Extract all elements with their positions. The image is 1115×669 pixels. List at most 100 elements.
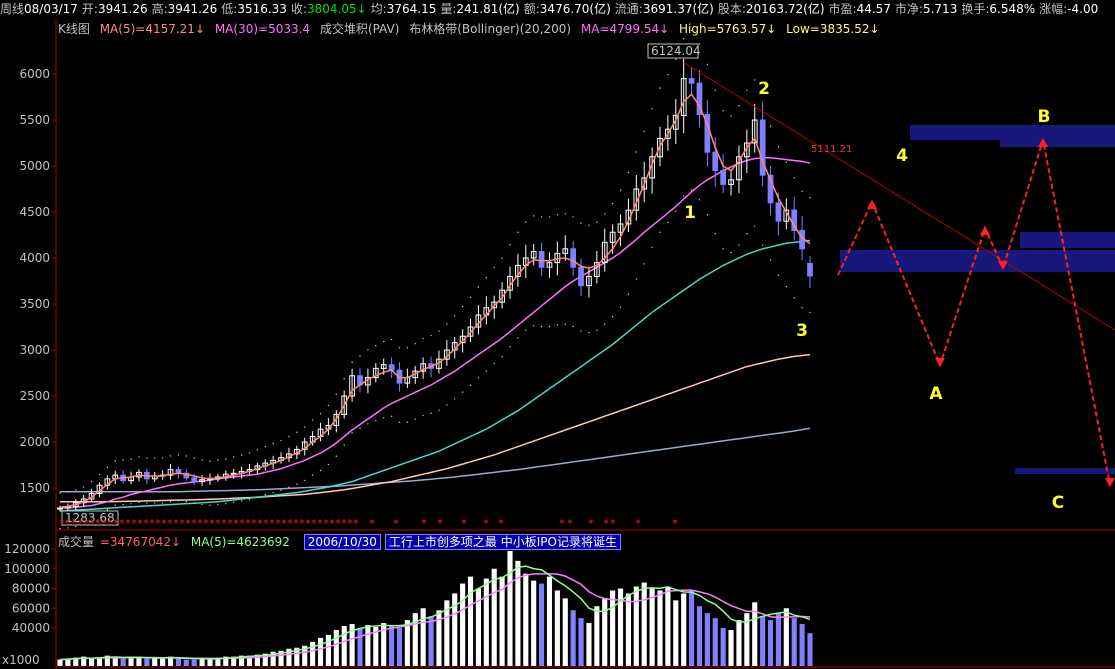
y-tick-label: 2000 xyxy=(19,435,50,449)
candle-body xyxy=(712,151,719,172)
bollinger-lower-dot xyxy=(138,501,140,503)
bollinger-upper-dot xyxy=(351,361,353,363)
volume-bar xyxy=(310,641,316,666)
signal-star: * xyxy=(369,517,375,530)
bollinger-lower-dot xyxy=(801,306,803,309)
bollinger-upper-dot xyxy=(564,213,566,215)
volume-bar xyxy=(365,625,371,666)
quote-label: 市净: xyxy=(894,2,923,16)
bollinger-upper-dot xyxy=(580,222,582,224)
wave-label-1: 1 xyxy=(684,203,696,223)
bollinger-lower-dot xyxy=(556,324,559,326)
bollinger-lower-dot xyxy=(469,384,472,387)
bollinger-lower-dot xyxy=(572,325,574,328)
bollinger-lower-dot xyxy=(793,297,795,299)
bollinger-lower-dot xyxy=(264,494,266,496)
bollinger-lower-dot xyxy=(351,432,353,434)
bollinger-upper-dot xyxy=(785,161,788,164)
quote-value: 3476.70(亿) xyxy=(539,2,611,16)
quote-item: 开:3941.26 xyxy=(82,2,148,16)
bollinger-lower-dot xyxy=(706,214,709,216)
pav-band xyxy=(840,250,1115,272)
quote-label: 收: xyxy=(290,2,307,16)
candle-body xyxy=(191,477,198,483)
bollinger-upper-dot xyxy=(193,457,195,459)
bollinger-lower-dot xyxy=(296,483,298,485)
resistance-trendline xyxy=(683,62,1115,331)
bollinger-upper-dot xyxy=(280,439,282,442)
bollinger-upper-dot xyxy=(722,110,724,112)
bollinger-lower-dot xyxy=(414,418,416,420)
bollinger-upper-dot xyxy=(619,189,622,191)
bollinger-upper-dot xyxy=(611,202,614,205)
bollinger-upper-dot xyxy=(161,457,164,459)
volume-bar xyxy=(531,580,537,666)
candle-body xyxy=(570,248,577,268)
volume-bar xyxy=(539,583,545,666)
bollinger-upper-dot xyxy=(138,456,140,458)
volume-bar xyxy=(578,618,584,666)
quote-item: 低:3516.33 xyxy=(221,2,287,16)
bollinger-lower-dot xyxy=(382,417,385,419)
bollinger-upper-dot xyxy=(430,334,432,337)
bollinger-upper-dot xyxy=(240,454,243,456)
bollinger-lower-dot xyxy=(667,221,669,224)
volume-bar xyxy=(325,634,331,666)
y-tick-label: 4500 xyxy=(19,205,50,219)
bollinger-upper-dot xyxy=(82,486,85,488)
bollinger-upper-dot xyxy=(746,89,748,91)
bollinger-upper-dot xyxy=(635,151,638,153)
volume-tick-label: 120000 xyxy=(4,542,50,556)
y-tick-label: 3500 xyxy=(19,297,50,311)
bollinger-lower-dot xyxy=(280,489,282,491)
volume-bar xyxy=(428,616,434,666)
candle-body xyxy=(538,251,545,268)
bollinger-upper-dot xyxy=(256,449,259,451)
quote-value: 3764.15 xyxy=(386,2,437,16)
forecast-path xyxy=(837,139,1111,486)
bollinger-upper-dot xyxy=(588,224,590,226)
bollinger-upper-dot xyxy=(75,489,77,491)
bollinger-lower-dot xyxy=(201,503,203,506)
bollinger-upper-dot xyxy=(556,214,559,216)
bollinger-lower-dot xyxy=(485,370,488,372)
quote-label: 涨幅: xyxy=(1039,2,1068,16)
bollinger-lower-dot xyxy=(343,444,345,446)
volume-bar xyxy=(460,583,466,666)
candle-body xyxy=(720,170,727,185)
candle-body xyxy=(688,78,695,84)
bollinger-lower-dot xyxy=(177,500,180,502)
quote-label: 市盈: xyxy=(828,2,857,16)
bollinger-upper-dot xyxy=(335,393,338,395)
bollinger-lower-dot xyxy=(240,500,243,502)
bollinger-upper-dot xyxy=(169,455,172,457)
bollinger-lower-dot xyxy=(454,398,456,400)
quote-label: 量: xyxy=(440,2,457,16)
bollinger-lower-dot xyxy=(169,500,172,503)
quote-value: 3941.26 xyxy=(97,2,148,16)
volume-bar xyxy=(523,573,529,666)
bollinger-upper-dot xyxy=(67,491,69,493)
pav-band xyxy=(1000,140,1115,147)
bollinger-upper-dot xyxy=(501,257,503,259)
pav-band xyxy=(1015,468,1115,474)
bollinger-lower-dot xyxy=(564,323,566,325)
signal-star: * xyxy=(567,517,573,530)
candle-body xyxy=(775,202,782,222)
bollinger-upper-dot xyxy=(398,347,401,349)
signal-star: * xyxy=(461,517,467,530)
bollinger-lower-dot xyxy=(398,421,401,424)
signal-star: * xyxy=(588,517,594,530)
bollinger-upper-dot xyxy=(777,146,780,148)
bollinger-lower-dot xyxy=(525,329,527,331)
bollinger-lower-dot xyxy=(185,500,188,503)
bollinger-lower-dot xyxy=(406,421,409,424)
bollinger-upper-dot xyxy=(209,460,211,462)
volume-bar xyxy=(144,658,150,666)
quote-value: 241.81(亿) xyxy=(456,2,520,16)
bollinger-upper-dot xyxy=(114,460,116,462)
bollinger-upper-dot xyxy=(232,456,235,458)
bollinger-upper-dot xyxy=(651,108,653,110)
bollinger-upper-dot xyxy=(469,296,472,299)
bollinger-upper-dot xyxy=(304,426,306,428)
